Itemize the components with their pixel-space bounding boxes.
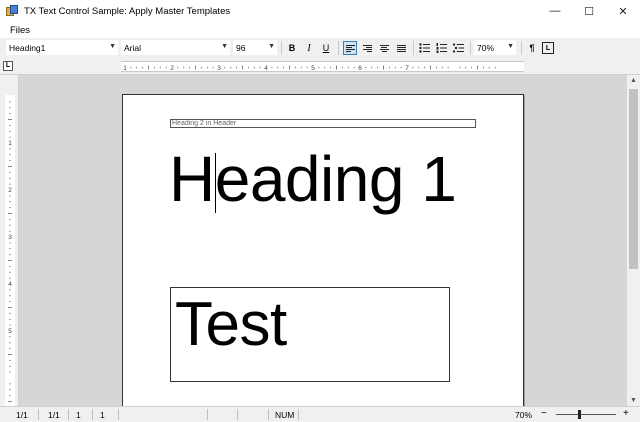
font-select-value: Arial [124, 42, 142, 53]
bullet-list-icon [418, 43, 430, 53]
chevron-down-icon: ▼ [109, 43, 116, 50]
app-icon [6, 5, 18, 17]
scroll-up-icon[interactable]: ▲ [627, 77, 640, 84]
structured-list-button[interactable] [451, 41, 465, 55]
zoom-in-button[interactable]: + [623, 408, 629, 419]
ruler-tick-label: 4 [8, 281, 12, 288]
chevron-down-icon: ▼ [507, 43, 514, 50]
text-frame-content[interactable]: Test [175, 290, 287, 360]
style-select[interactable]: Heading1 ▼ [6, 40, 118, 55]
zoom-select[interactable]: 70% ▼ [474, 40, 516, 55]
align-right-icon [362, 44, 372, 52]
font-size-select[interactable]: 96 ▼ [233, 40, 277, 55]
status-column: 1 [100, 410, 105, 420]
structured-list-icon [452, 43, 464, 53]
status-zoom: 70% [515, 410, 533, 420]
frame-button[interactable]: L [542, 42, 554, 54]
zoom-select-value: 70% [477, 42, 495, 53]
ruler-tick-label: 2 [8, 187, 12, 194]
status-line: 1 [76, 410, 81, 420]
formatting-toolbar: Heading1 ▼ Arial ▼ 96 ▼ B I U 70% ▼ ¶ L [0, 38, 640, 58]
ruler-tick-label: 5 [8, 328, 12, 335]
pilcrow-icon: ¶ [529, 43, 535, 53]
ruler-tick-label: 3 [8, 234, 12, 241]
chevron-down-icon: ▼ [221, 43, 228, 50]
align-right-button[interactable] [360, 41, 374, 55]
ruler-tick-label: 6 [358, 65, 362, 72]
ruler-tick-label: 1 [123, 65, 127, 72]
ruler-tick-label: 1 [8, 140, 12, 147]
vertical-ruler[interactable]: 1 2 3 4 5 [0, 75, 19, 406]
justify-icon [396, 44, 406, 52]
toolbar-separator [470, 41, 471, 55]
show-control-chars-button[interactable]: ¶ [525, 41, 539, 55]
status-section: 1/1 [48, 410, 60, 420]
document-workspace[interactable]: Heading 2 in Header Heading 1 Test [19, 75, 627, 406]
status-bar: 1/1 1/1 1 1 NUM 70% − + [0, 406, 640, 422]
text-frame[interactable]: Test [170, 287, 450, 382]
frame-icon: L [545, 44, 551, 52]
style-select-value: Heading1 [9, 42, 46, 53]
zoom-slider-thumb[interactable] [578, 410, 581, 419]
menu-bar: Files [0, 22, 640, 38]
minimize-icon: — [549, 5, 561, 17]
align-left-button[interactable] [343, 41, 357, 55]
horizontal-ruler[interactable]: 1 2 3 4 5 6 7 [121, 61, 524, 72]
minimize-button[interactable]: — [538, 0, 572, 22]
status-page: 1/1 [16, 410, 28, 420]
ruler-tick-label: 2 [170, 65, 174, 72]
title-bar: TX Text Control Sample: Apply Master Tem… [0, 0, 640, 22]
menu-files[interactable]: Files [10, 25, 30, 36]
zoom-slider[interactable] [556, 414, 616, 415]
scrollbar-thumb[interactable] [629, 89, 638, 269]
close-icon: ✕ [618, 5, 628, 18]
chevron-down-icon: ▼ [268, 43, 275, 50]
toolbar-separator [281, 41, 282, 55]
zoom-out-button[interactable]: − [541, 408, 547, 419]
page-header[interactable]: Heading 2 in Header [170, 119, 476, 128]
text-caret [215, 153, 216, 213]
maximize-button[interactable]: ☐ [572, 0, 606, 22]
italic-button[interactable]: I [302, 41, 316, 55]
ruler-tick-label: 7 [405, 65, 409, 72]
ruler-tick-label: 4 [264, 65, 268, 72]
horizontal-ruler-bar: L 1 2 3 4 5 6 7 [0, 58, 640, 75]
toolbar-separator [413, 41, 414, 55]
underline-button[interactable]: U [319, 41, 333, 55]
align-center-icon [379, 44, 389, 52]
align-center-button[interactable] [377, 41, 391, 55]
vertical-ruler-ticks: 1 2 3 4 5 [8, 101, 12, 402]
numbered-list-button[interactable] [434, 41, 448, 55]
justify-button[interactable] [394, 41, 408, 55]
vertical-scrollbar[interactable]: ▲ ▼ [627, 75, 640, 406]
heading-paragraph[interactable]: Heading 1 [169, 143, 457, 215]
status-num-lock: NUM [275, 410, 295, 420]
align-left-icon [345, 44, 355, 52]
scroll-down-icon[interactable]: ▼ [627, 397, 640, 404]
horizontal-ruler-ticks: 1 2 3 4 5 6 7 [123, 65, 496, 72]
tab-type-toggle[interactable]: L [3, 61, 13, 71]
bold-button[interactable]: B [285, 41, 299, 55]
document-page[interactable]: Heading 2 in Header Heading 1 Test [122, 94, 524, 406]
toolbar-separator [521, 41, 522, 55]
ruler-tick-label: 3 [217, 65, 221, 72]
ruler-tick-label: 5 [311, 65, 315, 72]
numbered-list-icon [436, 43, 447, 53]
bullet-list-button[interactable] [417, 41, 431, 55]
font-select[interactable]: Arial ▼ [121, 40, 230, 55]
toolbar-separator [338, 41, 339, 55]
close-button[interactable]: ✕ [606, 0, 640, 22]
font-size-value: 96 [236, 42, 246, 53]
maximize-icon: ☐ [584, 5, 594, 18]
window-title: TX Text Control Sample: Apply Master Tem… [24, 5, 231, 17]
